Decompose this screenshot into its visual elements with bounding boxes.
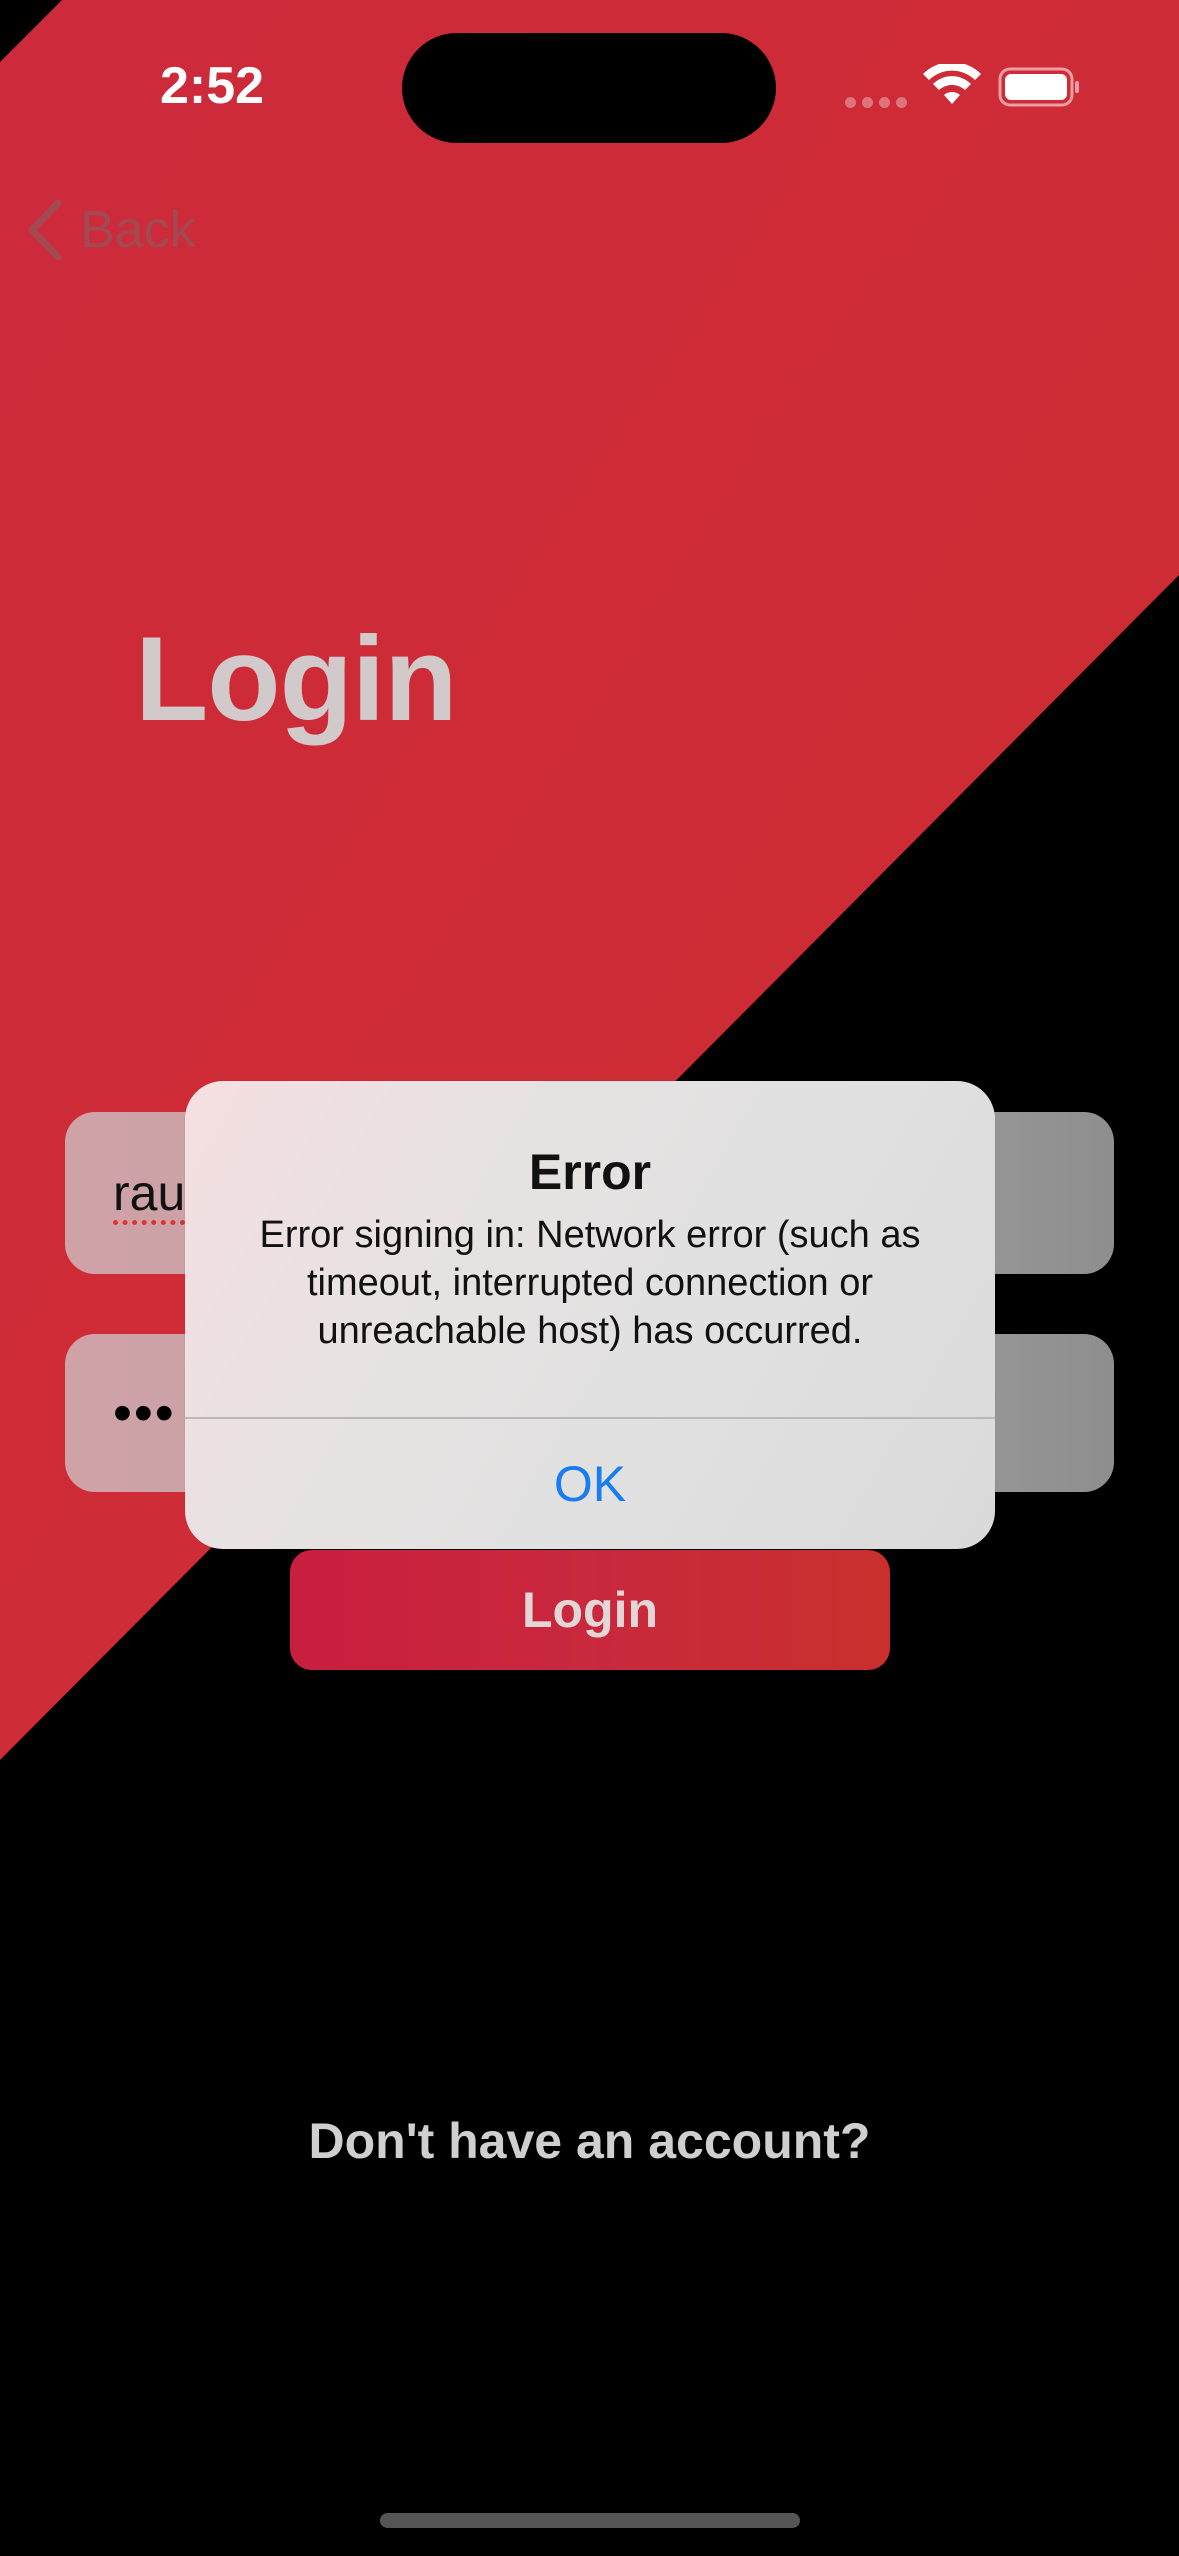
page-title: Login — [135, 612, 458, 746]
cellular-signal-icon — [845, 95, 913, 113]
username-value: rau — [113, 1165, 186, 1221]
alert-ok-button[interactable]: OK — [185, 1419, 995, 1549]
login-screen: 2:52 Back Login rau ••• Login Don't have… — [0, 0, 1179, 2556]
alert-title: Error — [528, 1144, 652, 1200]
battery-icon — [998, 67, 1079, 107]
alert-message: Error signing in: Network error (such as… — [259, 1214, 921, 1352]
signup-link[interactable]: Don't have an account? — [0, 2112, 1179, 2170]
wifi-icon — [923, 64, 981, 104]
back-button[interactable]: Back — [24, 195, 196, 265]
chevron-left-icon — [28, 199, 62, 261]
home-indicator[interactable] — [380, 2513, 800, 2528]
status-time: 2:52 — [160, 57, 265, 115]
error-alert-dialog: Error Error signing in: Network error (s… — [185, 1081, 995, 1549]
login-button[interactable]: Login — [290, 1550, 890, 1670]
password-value: ••• — [113, 1383, 176, 1443]
back-label: Back — [80, 201, 196, 259]
dynamic-island — [402, 33, 776, 143]
